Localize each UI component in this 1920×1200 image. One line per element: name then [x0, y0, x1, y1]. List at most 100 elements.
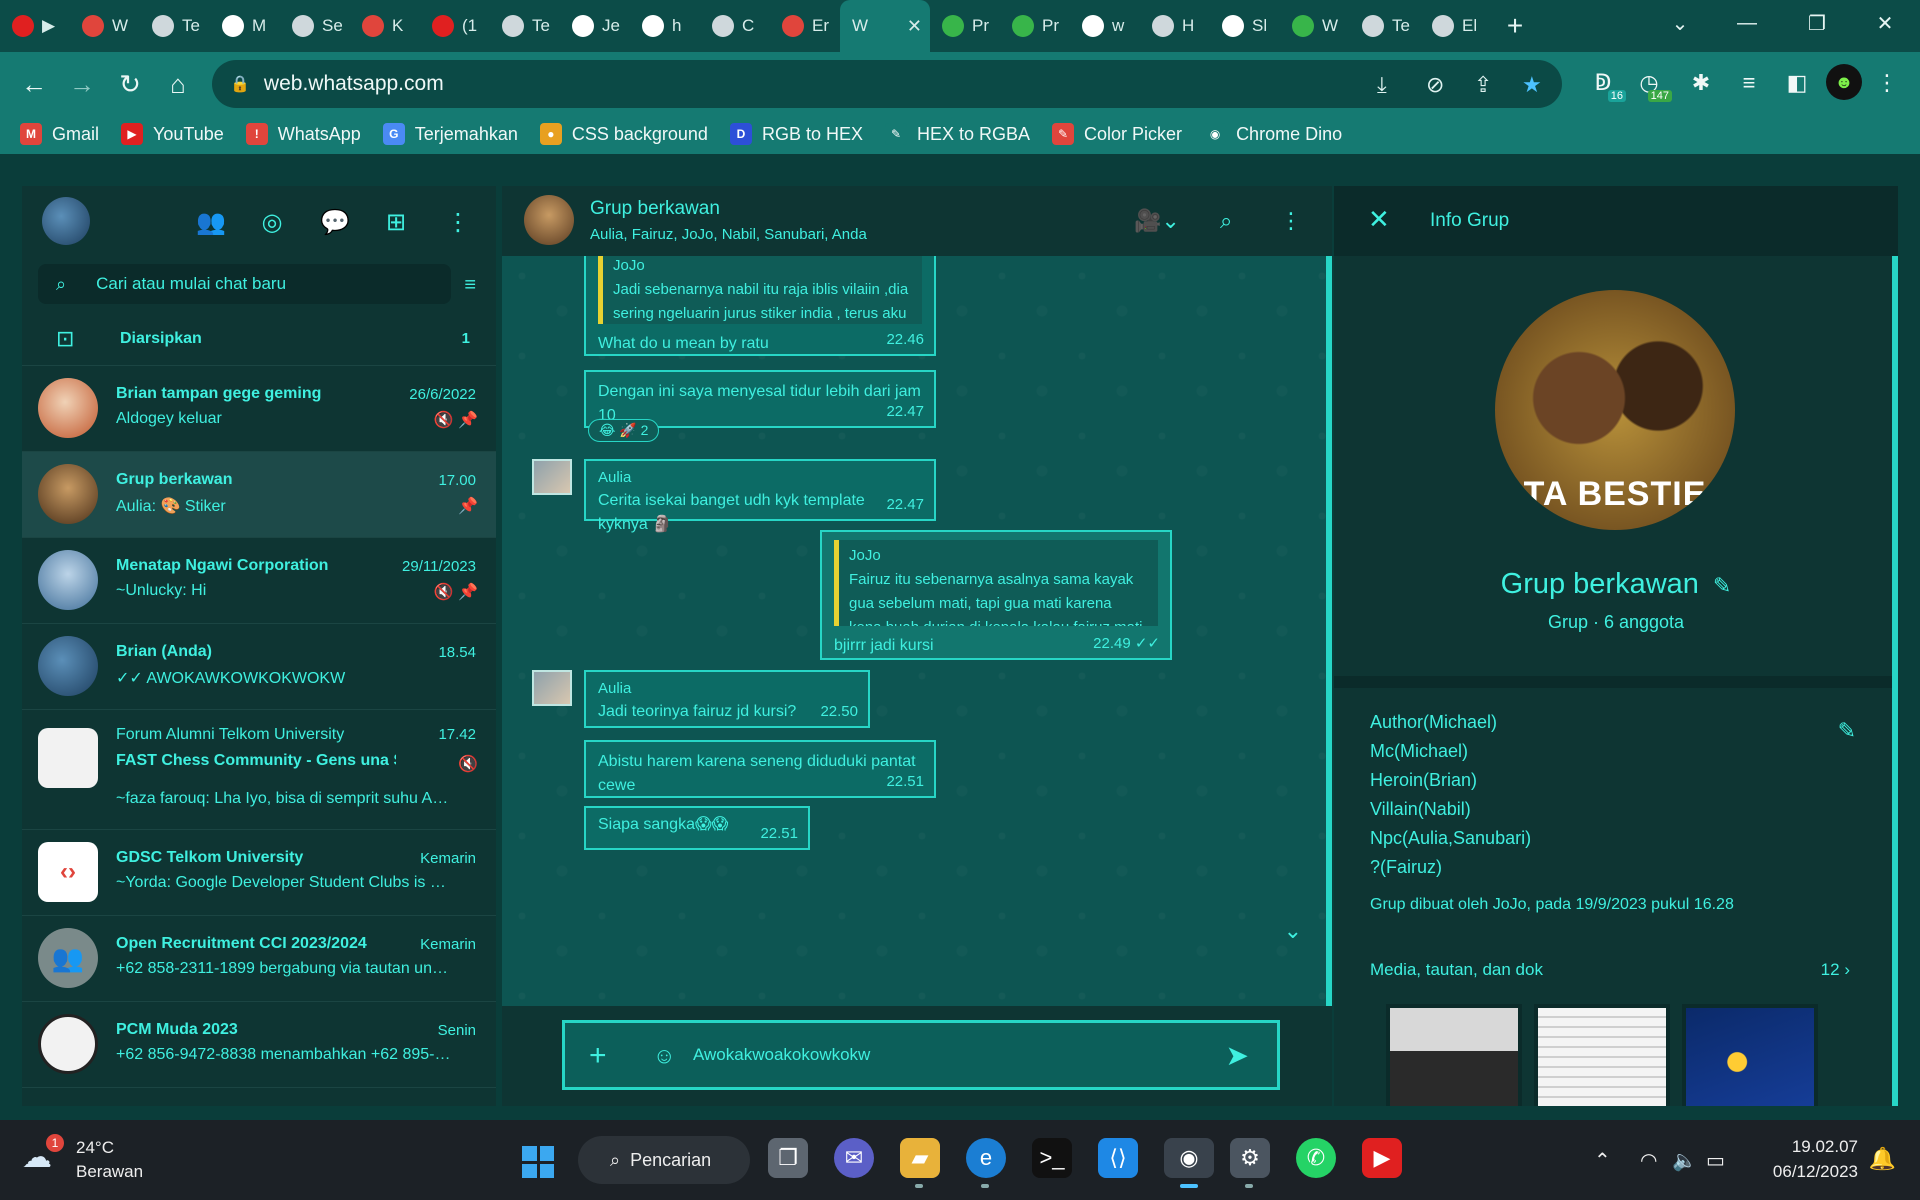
media-thumbnail[interactable] [1386, 1004, 1522, 1106]
wifi-icon[interactable]: ◠ [1640, 1148, 1657, 1173]
community-chat-item[interactable]: Forum Alumni Telkom University 17.42 FAS… [22, 710, 496, 830]
media-links-docs-row[interactable]: Media, tautan, dan dok 12 › [1370, 960, 1850, 980]
browser-tab[interactable]: ▶ [0, 0, 70, 52]
browser-tab[interactable]: W [70, 0, 140, 52]
browser-tab[interactable]: Sl [1210, 0, 1280, 52]
close-icon[interactable]: ✕ [1368, 204, 1390, 235]
bookmark-item[interactable]: ✎ HEX to RGBA [884, 123, 1030, 145]
bookmark-item[interactable]: ◉ Chrome Dino [1204, 123, 1342, 145]
message-bubble[interactable]: Siapa sangka😱😱 22.51 [584, 806, 810, 850]
extensions-puzzle-icon[interactable]: ✱ [1686, 68, 1716, 98]
bookmark-item[interactable]: ! WhatsApp [245, 123, 361, 145]
message-bubble[interactable]: Aulia Jadi teorinya fairuz jd kursi? 22.… [584, 670, 870, 728]
scroll-to-bottom-chevron-icon[interactable]: ⌄ [1284, 918, 1302, 944]
browser-menu-icon[interactable]: ⋮ [1872, 68, 1902, 98]
search-input[interactable]: ⌕ Cari atau mulai chat baru [38, 264, 451, 304]
browser-tab[interactable]: H [1140, 0, 1210, 52]
archived-chats-row[interactable]: ⊡ Diarsipkan 1 [22, 312, 496, 366]
settings-gear-icon[interactable]: ⚙ [1230, 1138, 1270, 1188]
media-thumbnail[interactable] [1682, 1004, 1818, 1106]
conversation-header[interactable]: Grup berkawan Aulia, Fairuz, JoJo, Nabil… [502, 186, 1332, 256]
start-windows-icon[interactable] [522, 1146, 554, 1178]
share-icon[interactable]: ⇪ [1474, 72, 1492, 98]
youtube-icon[interactable]: ▶ [1362, 1138, 1402, 1178]
communities-icon[interactable]: 👥 [196, 208, 226, 237]
vscode-icon[interactable]: ⟨⟩ [1098, 1138, 1138, 1178]
quoted-message[interactable]: JoJo Jadi sebenarnya nabil itu raja ibli… [598, 256, 922, 324]
teams-chat-icon[interactable]: ✉ [834, 1138, 874, 1178]
group-description[interactable]: Author(Michael) Mc(Michael) Heroin(Brian) V… [1370, 708, 1531, 882]
minimize-button[interactable]: — [1712, 0, 1782, 46]
group-avatar[interactable] [524, 195, 574, 245]
back-arrow-icon[interactable]: ← [14, 64, 54, 104]
new-tab-button[interactable]: + [1490, 0, 1540, 52]
whatsapp-icon[interactable]: ✆ [1296, 1138, 1336, 1178]
edit-description-pencil-icon[interactable]: ✎ [1838, 718, 1856, 744]
media-control-icon[interactable]: ≡ [1734, 68, 1764, 98]
browser-tab[interactable]: K [350, 0, 420, 52]
file-explorer-icon[interactable]: ▰ [900, 1138, 940, 1188]
home-icon[interactable]: ⌂ [158, 64, 198, 104]
status-icon[interactable]: ◎ [258, 208, 286, 237]
tab-search-chevron-icon[interactable]: ⌄ [1645, 0, 1715, 46]
chevron-up-icon[interactable]: ⌃ [1594, 1148, 1611, 1173]
message-bubble[interactable]: Aulia Cerita isekai banget udh kyk templ… [584, 459, 936, 533]
emoji-icon[interactable]: ☺ [653, 1043, 675, 1069]
edit-name-pencil-icon[interactable]: ✎ [1713, 573, 1731, 598]
search-messages-icon[interactable]: ⌕ [1220, 208, 1232, 234]
browser-tab[interactable]: Er [770, 0, 840, 52]
group-photo[interactable]: TA BESTIE [1495, 290, 1735, 530]
browser-tab[interactable]: El [1420, 0, 1490, 52]
browser-tab[interactable]: W [1280, 0, 1350, 52]
browser-tab[interactable]: Te [490, 0, 560, 52]
info-scrollbar[interactable] [1892, 256, 1898, 1106]
install-app-icon[interactable]: ⤓ [1377, 72, 1387, 98]
filter-icon[interactable]: ≡ [464, 274, 476, 297]
profile-avatar[interactable]: ☻ [1826, 64, 1862, 100]
message-sender[interactable]: Aulia [598, 680, 856, 697]
bookmark-item[interactable]: M Gmail [20, 123, 99, 145]
browser-tab[interactable]: Te [1350, 0, 1420, 52]
chat-list-item[interactable]: 👥 Open Recruitment CCI 2023/2024 Kemarin… [22, 916, 496, 1002]
attach-plus-icon[interactable]: + [589, 1039, 607, 1073]
extension-translate-icon[interactable]: ↁ 16 [1588, 68, 1626, 102]
taskbar-search[interactable]: ⌕ Pencarian [578, 1136, 750, 1184]
message-bubble[interactable]: JoJo Jadi sebenarnya nabil itu raja ibli… [584, 256, 936, 356]
battery-icon[interactable]: ▭ [1706, 1148, 1725, 1173]
conversation-scrollbar[interactable] [1326, 256, 1332, 1006]
bookmark-item[interactable]: ● CSS background [539, 123, 708, 145]
reload-icon[interactable]: ↻ [110, 64, 150, 104]
bookmark-item[interactable]: D RGB to HEX [729, 123, 863, 145]
bookmark-star-icon[interactable]: ★ [1522, 72, 1542, 98]
edge-icon[interactable]: e [966, 1138, 1006, 1188]
message-reactions[interactable]: 😂 🚀 2 [588, 419, 660, 442]
close-tab-icon[interactable]: ✕ [907, 16, 922, 37]
browser-tab[interactable]: h [630, 0, 700, 52]
browser-tab[interactable]: M [210, 0, 280, 52]
tab-whatsapp-active[interactable]: W ✕ [840, 0, 930, 52]
side-panel-icon[interactable]: ◧ [1782, 68, 1812, 98]
conversation-menu-icon[interactable]: ⋮ [1280, 208, 1302, 234]
browser-tab[interactable]: Se [280, 0, 350, 52]
restore-button[interactable]: ❐ [1782, 0, 1852, 46]
message-bubble-outgoing[interactable]: JoJo Fairuz itu sebenarnya asalnya sama … [820, 530, 1172, 660]
chat-list-item[interactable]: Brian tampan gege geming 26/6/2022 Aldog… [22, 366, 496, 452]
quoted-message[interactable]: JoJo Fairuz itu sebenarnya asalnya sama … [834, 540, 1158, 626]
eye-off-icon[interactable]: ⊘ [1426, 72, 1444, 98]
sender-avatar[interactable] [532, 670, 572, 706]
new-chat-icon[interactable]: ⊞ [382, 208, 410, 237]
chrome-icon[interactable]: ◉ [1164, 1138, 1214, 1188]
chat-list-item[interactable]: Menatap Ngawi Corporation 29/11/2023 ~Un… [22, 538, 496, 624]
bookmark-item[interactable]: G Terjemahkan [382, 123, 518, 145]
message-input[interactable]: Awokakwoakokowkokw [693, 1045, 870, 1065]
send-icon[interactable]: ➤ [1226, 1039, 1249, 1072]
address-bar[interactable]: 🔒 web.whatsapp.com ⤓ ⊘ ⇪ ★ [212, 60, 1562, 108]
bookmark-item[interactable]: ✎ Color Picker [1052, 123, 1182, 145]
video-call-icon[interactable]: 🎥⌄ [1134, 208, 1180, 234]
terminal-icon[interactable]: >_ [1032, 1138, 1072, 1178]
extension-timer-icon[interactable]: ◷ 147 [1634, 68, 1672, 102]
sender-avatar[interactable] [532, 459, 572, 495]
bookmark-item[interactable]: ▶ YouTube [121, 123, 224, 145]
task-view-icon[interactable]: ❐ [768, 1138, 808, 1178]
browser-tab[interactable]: w [1070, 0, 1140, 52]
